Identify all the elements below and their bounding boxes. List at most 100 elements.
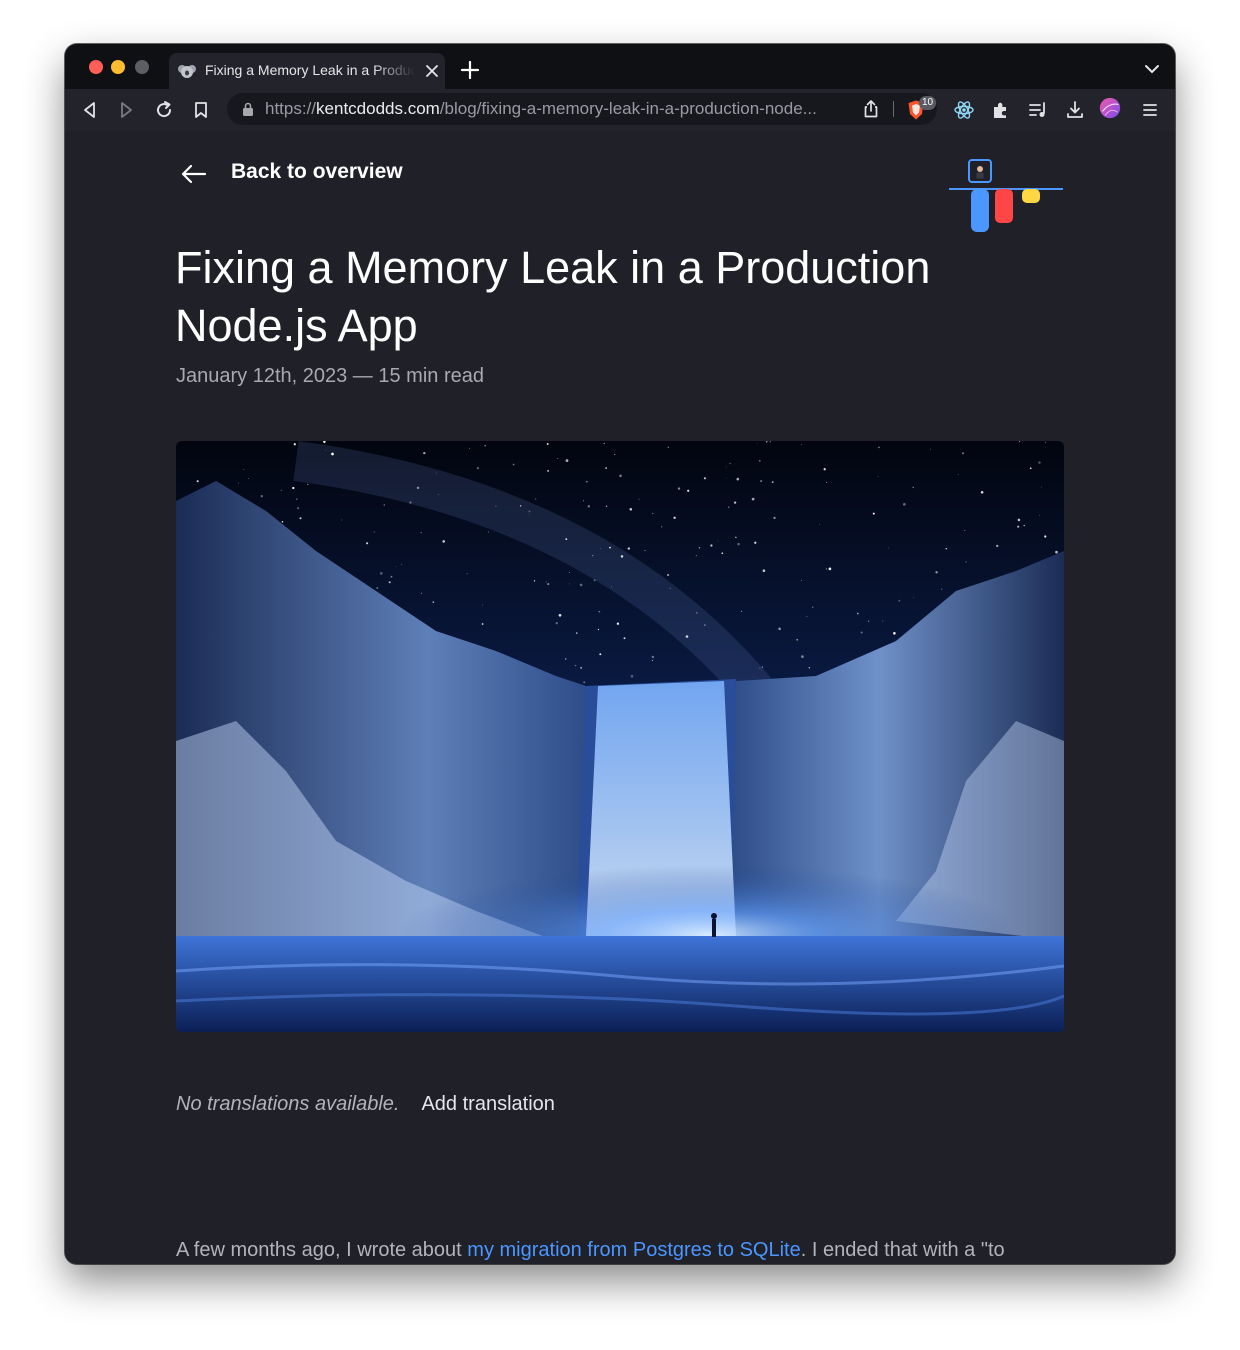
close-window-button[interactable] xyxy=(89,60,103,74)
star xyxy=(565,459,569,462)
star xyxy=(630,674,634,678)
star xyxy=(609,546,611,549)
arrow-left-icon xyxy=(181,164,207,184)
star xyxy=(593,579,596,582)
star xyxy=(416,486,420,490)
star xyxy=(762,569,766,572)
close-icon[interactable] xyxy=(423,62,441,80)
star xyxy=(597,628,599,631)
star xyxy=(569,572,570,574)
star xyxy=(196,480,199,483)
star xyxy=(995,544,999,548)
zoom-window-button[interactable] xyxy=(135,60,149,74)
star xyxy=(703,624,706,627)
star xyxy=(773,516,776,520)
react-devtools-icon[interactable] xyxy=(953,99,975,121)
back-to-overview-label: Back to overview xyxy=(231,160,403,183)
star xyxy=(741,610,743,612)
chevron-down-icon[interactable] xyxy=(1143,62,1161,76)
star xyxy=(469,447,470,449)
star xyxy=(611,586,612,588)
brave-shields-button[interactable]: 10 xyxy=(905,96,937,122)
lock-icon[interactable] xyxy=(241,101,255,117)
new-tab-plus-icon[interactable] xyxy=(459,59,481,81)
star xyxy=(482,604,483,606)
star xyxy=(583,500,585,502)
star xyxy=(965,561,967,563)
reading-list-icon[interactable] xyxy=(1027,99,1049,121)
star xyxy=(296,498,298,500)
star xyxy=(574,664,577,667)
browser-toolbar: https://kentcdodds.com/blog/fixing-a-mem… xyxy=(65,89,1175,131)
star xyxy=(860,631,863,634)
star xyxy=(644,550,646,552)
minimize-window-button[interactable] xyxy=(111,60,125,74)
star xyxy=(576,632,578,634)
star xyxy=(605,505,608,507)
star xyxy=(564,658,567,660)
share-icon[interactable] xyxy=(861,99,881,119)
brave-shield-count-badge: 10 xyxy=(919,96,937,110)
star xyxy=(297,507,300,510)
star xyxy=(292,486,295,490)
reload-icon[interactable] xyxy=(153,99,175,121)
star xyxy=(898,599,901,602)
menu-icon[interactable] xyxy=(1139,99,1161,121)
address-bar-divider xyxy=(893,101,894,117)
add-translation-link[interactable]: Add translation xyxy=(421,1093,554,1115)
star xyxy=(872,512,875,515)
star xyxy=(520,505,522,507)
bookmark-icon[interactable] xyxy=(190,99,212,121)
star xyxy=(555,622,558,625)
star xyxy=(616,622,620,625)
star xyxy=(307,483,309,486)
star xyxy=(591,554,594,557)
star xyxy=(677,487,681,490)
star xyxy=(913,596,915,598)
star xyxy=(673,516,676,519)
star xyxy=(565,538,568,540)
star xyxy=(737,542,740,546)
star xyxy=(778,627,781,631)
star xyxy=(260,495,263,498)
profile-avatar[interactable] xyxy=(1099,97,1121,119)
star xyxy=(727,506,730,508)
star xyxy=(293,443,296,446)
star xyxy=(751,497,755,501)
star xyxy=(512,463,515,466)
migration-article-link[interactable]: my migration from Postgres to SQLite xyxy=(467,1239,800,1261)
downloads-icon[interactable] xyxy=(1064,99,1086,121)
address-bar[interactable]: https://kentcdodds.com/blog/fixing-a-mem… xyxy=(227,93,937,125)
star xyxy=(281,521,284,523)
forward-icon[interactable] xyxy=(115,99,137,121)
star xyxy=(466,573,468,575)
url-text[interactable]: https://kentcdodds.com/blog/fixing-a-mem… xyxy=(265,99,817,119)
tab-active[interactable]: Fixing a Memory Leak in a Production Nod… xyxy=(169,53,445,89)
star xyxy=(759,667,761,669)
back-icon[interactable] xyxy=(79,99,101,121)
site-logo[interactable] xyxy=(949,159,1067,233)
star xyxy=(980,490,984,494)
star xyxy=(400,563,402,565)
star xyxy=(598,610,601,613)
star xyxy=(534,498,537,500)
star xyxy=(484,445,486,447)
star xyxy=(383,504,386,506)
star xyxy=(828,567,832,571)
extensions-icon[interactable] xyxy=(990,99,1012,121)
star xyxy=(545,581,547,583)
tab-title: Fixing a Memory Leak in a Production Nod… xyxy=(205,62,415,78)
star xyxy=(599,653,602,656)
star xyxy=(341,519,342,521)
back-to-overview-link[interactable]: Back to overview xyxy=(179,159,419,189)
star xyxy=(652,659,654,661)
star xyxy=(495,505,497,507)
star xyxy=(877,476,879,477)
star xyxy=(930,448,931,450)
star xyxy=(580,666,583,669)
star xyxy=(806,615,808,617)
star xyxy=(912,486,914,489)
star xyxy=(583,681,586,684)
star xyxy=(756,442,758,444)
tab-bar: Fixing a Memory Leak in a Production Nod… xyxy=(65,44,1175,89)
